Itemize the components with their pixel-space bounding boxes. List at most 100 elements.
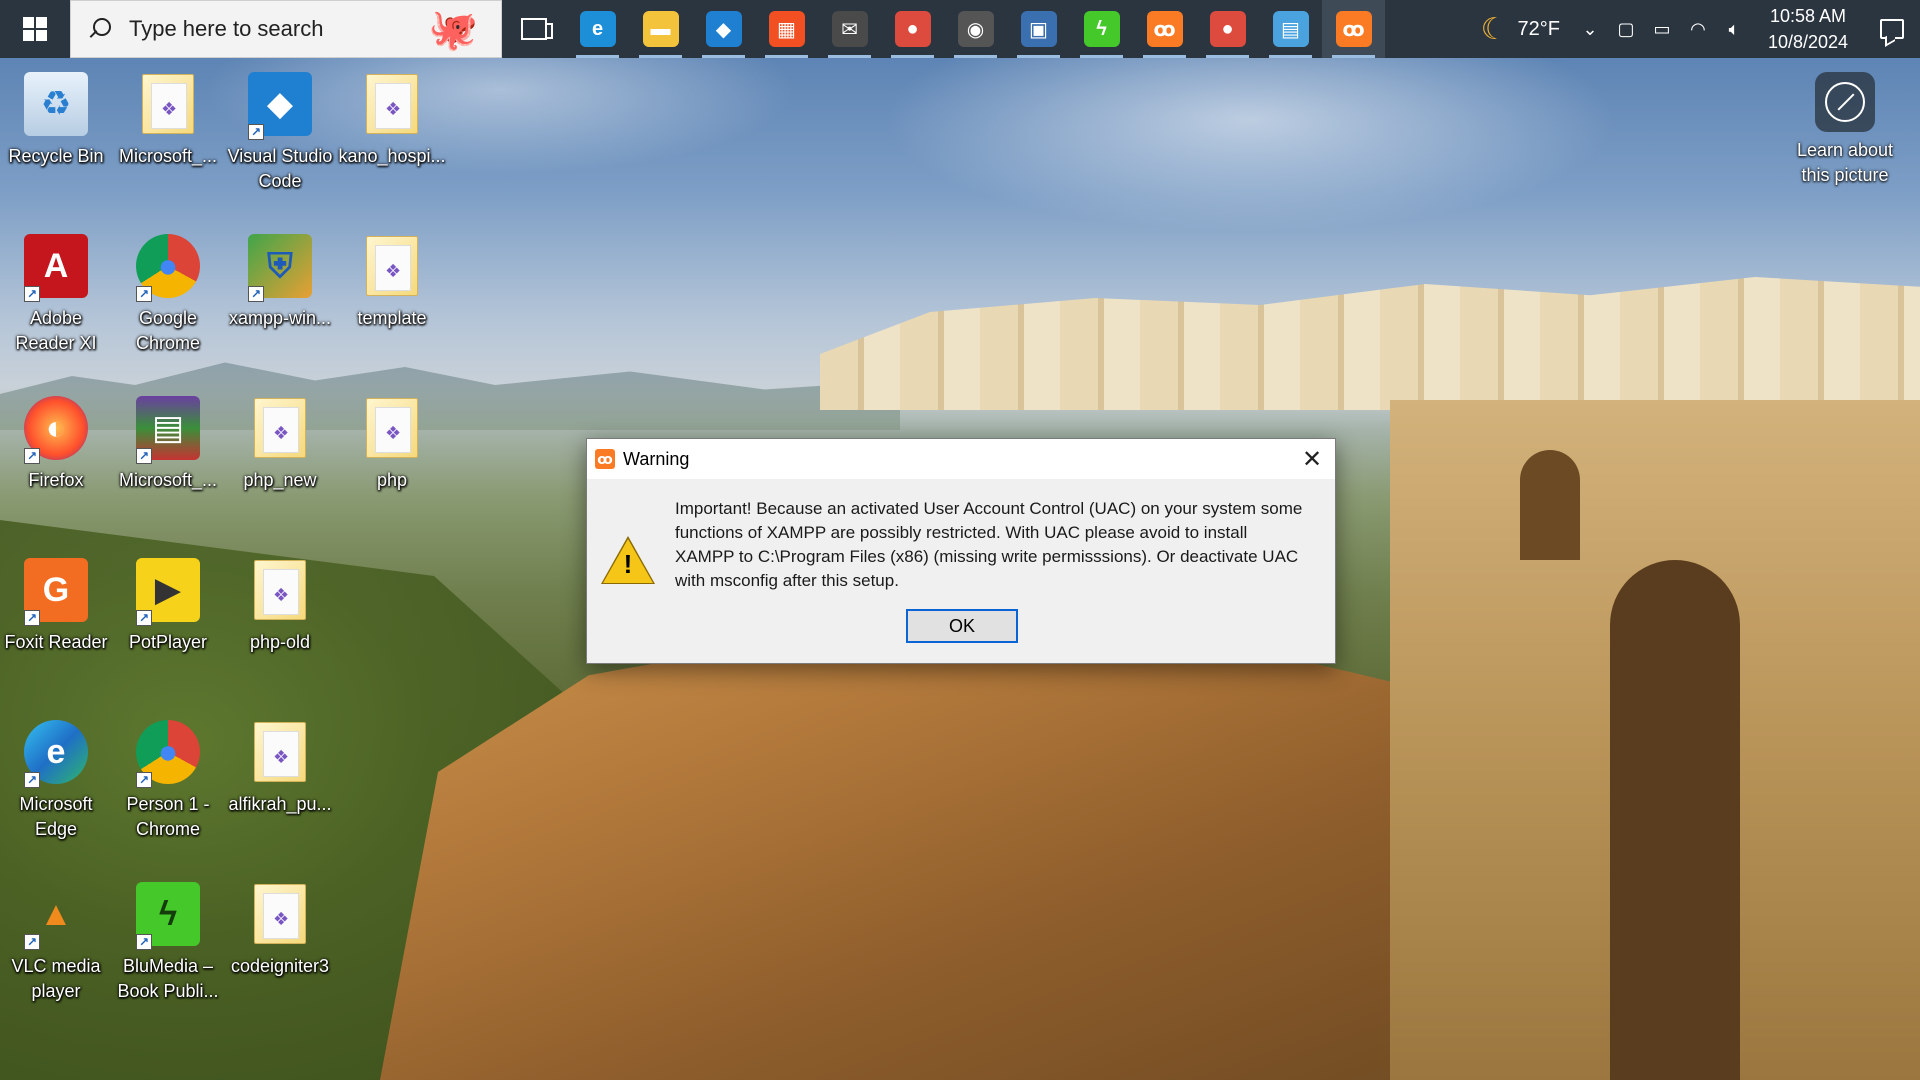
shortcut-arrow-icon: ↗ <box>136 448 152 464</box>
taskbar-app-edge[interactable]: e <box>566 0 629 58</box>
shortcut-arrow-icon: ↗ <box>136 934 152 950</box>
remote-desktop-icon: ▣ <box>1020 11 1057 47</box>
chrome-icon: ● ↗ <box>132 716 204 788</box>
search-placeholder: Type here to search <box>129 16 324 41</box>
taskbar-app-control-panel[interactable]: ▤ <box>1259 0 1322 58</box>
shortcut-arrow-icon: ↗ <box>136 772 152 788</box>
xampp-control-icon: ꝏ <box>1146 11 1183 47</box>
moon-icon: ☾ <box>1480 12 1508 46</box>
dialog-body: ! Important! Because an activated User A… <box>587 479 1335 663</box>
desktop-icon-folder[interactable]: ❖ kano_hospi... <box>338 68 446 169</box>
desktop-icon-label: Visual Studio Code <box>227 146 333 191</box>
desktop-icon-potplayer[interactable]: ▶ ↗ PotPlayer <box>114 554 222 655</box>
chrome-icon: ● ↗ <box>132 230 204 302</box>
desktop-icon-folder[interactable]: ❖ alfikrah_pu... <box>226 716 334 817</box>
desktop-icon-vscode[interactable]: ◆ ↗ Visual Studio Code <box>226 68 334 194</box>
taskbar-app-xampp-control[interactable]: ꝏ <box>1133 0 1196 58</box>
system-tray: ☾ 72°F ⌄ ▢ ▭ ◠ 🔈︎ 10:58 AM 10/8/2024 <box>1469 0 1920 58</box>
weather-widget[interactable]: ☾ 72°F <box>1469 0 1572 58</box>
desktop-icon-label: Google Chrome <box>135 308 201 353</box>
folder-icon: ❖ <box>356 392 428 464</box>
dialog-message: Important! Because an activated User Acc… <box>675 499 1303 590</box>
clock-date: 10/8/2024 <box>1767 32 1849 52</box>
pinned-apps: e ▬ ◆ ▦ ✉ ● ◉ ▣ ϟ ꝏ ● ▤ ꝏ <box>566 0 1385 58</box>
start-button[interactable] <box>0 0 70 58</box>
microsoft-store-icon: ▦ <box>768 11 805 47</box>
desktop-icon-winrar[interactable]: ▤ ↗ Microsoft_... <box>114 392 222 493</box>
desktop-icon-chrome[interactable]: ● ↗ Google Chrome <box>114 230 222 356</box>
battery-icon[interactable]: ▭ <box>1644 0 1680 58</box>
chevron-up-icon[interactable]: ⌄ <box>1572 0 1608 58</box>
taskbar-app-mail[interactable]: ✉ <box>818 0 881 58</box>
wallpaper-bridge-arch <box>1610 560 1740 1080</box>
desktop-icon-label: Adobe Reader XI <box>15 308 97 353</box>
close-button[interactable]: ✕ <box>1289 439 1335 479</box>
desktop-icon-folder[interactable]: ❖ codeigniter3 <box>226 878 334 979</box>
chrome-icon: ● <box>894 11 931 47</box>
dialog-title: Warning <box>623 448 690 469</box>
control-panel-icon: ▤ <box>1272 11 1309 47</box>
taskbar-app-webcam-app[interactable]: ◉ <box>944 0 1007 58</box>
potplayer-icon: ▶ ↗ <box>132 554 204 626</box>
taskbar-app-chrome-profile[interactable]: ● <box>1196 0 1259 58</box>
desktop-icon-label: template <box>357 308 427 328</box>
desktop-icon-folder[interactable]: ❖ php-old <box>226 554 334 655</box>
mail-icon: ✉ <box>831 11 868 47</box>
taskbar-app-xampp-setup[interactable]: ꝏ <box>1322 0 1385 58</box>
desktop-icon-label: php <box>376 470 408 490</box>
taskbar-app-file-explorer[interactable]: ▬ <box>629 0 692 58</box>
taskbar-app-vscode[interactable]: ◆ <box>692 0 755 58</box>
taskbar-clock[interactable]: 10:58 AM 10/8/2024 <box>1752 3 1864 55</box>
winrar-icon: ▤ ↗ <box>132 392 204 464</box>
taskbar-app-remote-desktop[interactable]: ▣ <box>1007 0 1070 58</box>
task-view-button[interactable] <box>502 0 566 58</box>
desktop-icon-chrome[interactable]: ● ↗ Person 1 - Chrome <box>114 716 222 842</box>
meet-now-icon[interactable]: ▢ <box>1608 0 1644 58</box>
desktop-icon-folder[interactable]: ❖ template <box>338 230 446 331</box>
desktop-icon-foxit[interactable]: G ↗ Foxit Reader <box>2 554 110 655</box>
desktop-icon-label: Person 1 - Chrome <box>126 794 210 839</box>
shortcut-arrow-icon: ↗ <box>24 610 40 626</box>
taskbar-app-microsoft-store[interactable]: ▦ <box>755 0 818 58</box>
blumedia-icon: ϟ ↗ <box>132 878 204 950</box>
desktop-icon-label: codeigniter3 <box>230 956 330 976</box>
desktop-icon-vlc[interactable]: ▲ ↗ VLC media player <box>2 878 110 1004</box>
folder-icon: ❖ <box>244 878 316 950</box>
desktop-icon-xampp-installer[interactable]: ⛨ ↗ xampp-win... <box>226 230 334 331</box>
xampp-icon: ꝏ <box>595 449 615 469</box>
desktop-icon-edge[interactable]: e ↗ Microsoft Edge <box>2 716 110 842</box>
recycle-icon: ♻ <box>20 68 92 140</box>
vlc-icon: ▲ ↗ <box>20 878 92 950</box>
desktop-icon-blumedia[interactable]: ϟ ↗ BluMedia – Book Publi... <box>114 878 222 1004</box>
chrome-profile-icon: ● <box>1209 11 1246 47</box>
desktop-icon-label: Microsoft_... <box>118 470 218 490</box>
desktop-icon-label: Recycle Bin <box>8 146 104 166</box>
firefox-icon: ◐ ↗ <box>20 392 92 464</box>
desktop-icon-label: xampp-win... <box>228 308 332 328</box>
taskbar-app-blumedia[interactable]: ϟ <box>1070 0 1133 58</box>
notification-center-button[interactable] <box>1864 0 1920 58</box>
desktop-icon-label: VLC media player <box>11 956 101 1001</box>
wifi-icon[interactable]: ◠ <box>1680 0 1716 58</box>
desktop-icon-recycle[interactable]: ♻ Recycle Bin <box>2 68 110 169</box>
wallpaper-cliff <box>380 640 1540 1080</box>
dialog-titlebar[interactable]: ꝏ Warning ✕ <box>587 439 1335 479</box>
learn-about-picture-label: Learn about this picture <box>1796 140 1894 185</box>
vscode-icon: ◆ <box>705 11 742 47</box>
shortcut-arrow-icon: ↗ <box>136 286 152 302</box>
volume-icon[interactable]: 🔈︎ <box>1716 0 1752 58</box>
desktop-icon-adobe[interactable]: A ↗ Adobe Reader XI <box>2 230 110 356</box>
taskbar-search-box[interactable]: Type here to search 🐙 <box>70 0 502 58</box>
learn-about-picture[interactable]: Learn about this picture <box>1790 72 1900 188</box>
search-highlight-octopus-icon[interactable]: 🐙 <box>415 5 491 55</box>
desktop-icon-folder[interactable]: ❖ php <box>338 392 446 493</box>
desktop-icon-folder[interactable]: ❖ Microsoft_... <box>114 68 222 169</box>
ok-button[interactable]: OK <box>906 609 1018 643</box>
desktop-icon-folder[interactable]: ❖ php_new <box>226 392 334 493</box>
desktop-icon-firefox[interactable]: ◐ ↗ Firefox <box>2 392 110 493</box>
blumedia-icon: ϟ <box>1083 11 1120 47</box>
notification-icon <box>1880 19 1904 39</box>
foxit-icon: G ↗ <box>20 554 92 626</box>
desktop-icon-label: Firefox <box>28 470 84 490</box>
taskbar-app-chrome[interactable]: ● <box>881 0 944 58</box>
